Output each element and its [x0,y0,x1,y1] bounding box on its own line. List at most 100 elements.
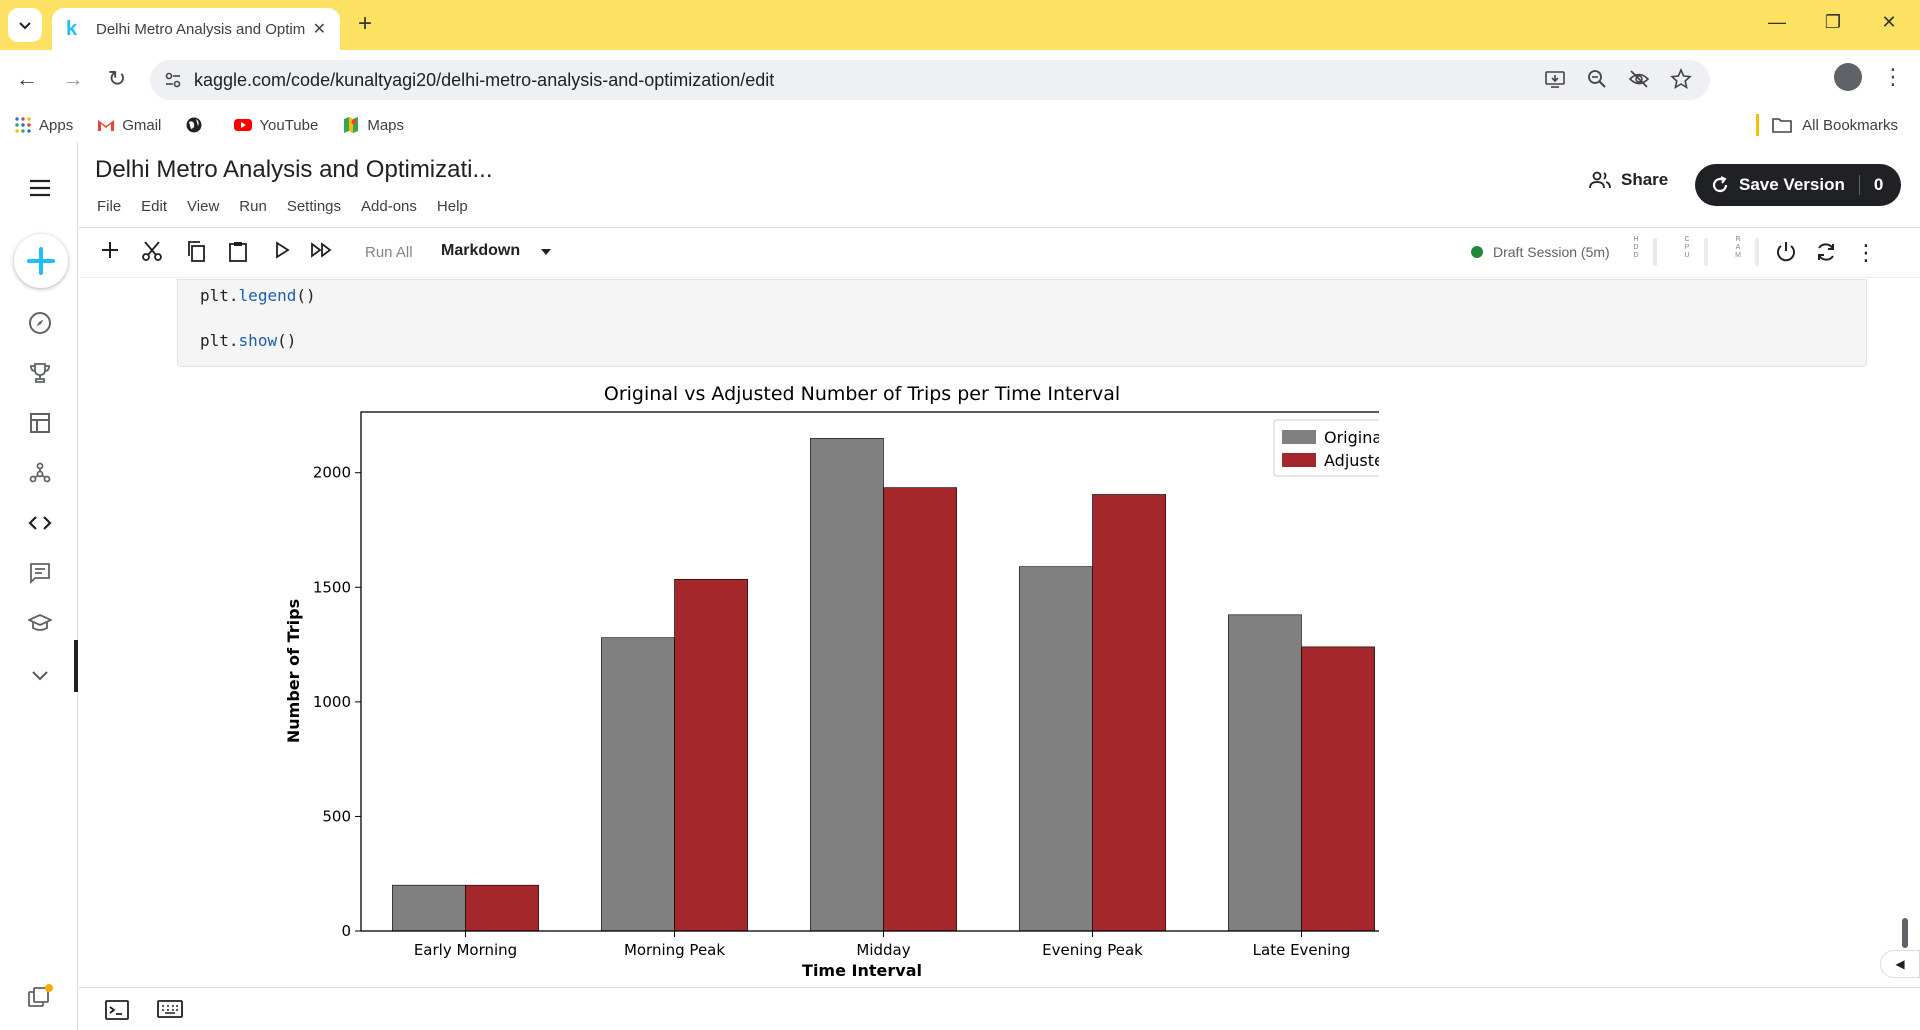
code-line: plt.show() [200,331,297,350]
compass-icon[interactable] [26,311,54,339]
collapse-sidebar-button[interactable]: ◀ [1880,950,1920,978]
bar-adjusted [465,884,539,932]
scissors-icon[interactable] [139,240,165,266]
minimize-icon[interactable]: — [1762,12,1792,33]
menu-add-ons[interactable]: Add-ons [361,198,417,215]
back-icon[interactable]: ← [12,64,42,94]
code-cell[interactable]: plt.legend() plt.show() [177,279,1867,367]
session-status[interactable]: Draft Session (5m) [1471,244,1610,260]
reload-icon[interactable]: ↻ [102,64,132,94]
menu-settings[interactable]: Settings [287,198,341,215]
discussion-icon[interactable] [26,561,54,589]
add-cell-icon[interactable] [97,240,123,266]
paste-clipboard-icon[interactable] [225,240,251,266]
bar-adjusted [1301,646,1375,932]
learn-cap-icon[interactable] [26,611,54,639]
tab-title: Delhi Metro Analysis and Optim [96,20,305,38]
all-bookmarks-button[interactable]: All Bookmarks [1772,116,1898,134]
datasets-table-icon[interactable] [26,411,54,439]
save-version-button[interactable]: Save Version 0 [1695,164,1902,206]
legend-label: Adjusted [1324,451,1379,470]
code-line: plt.legend() [200,286,316,305]
notifications-stack-icon[interactable] [26,984,54,1012]
notebook-title[interactable]: Delhi Metro Analysis and Optimizati... [95,156,493,184]
y-tick-label: 0 [341,922,351,940]
more-options-icon[interactable]: ⋮ [1853,240,1879,266]
zoom-icon[interactable] [1586,68,1610,92]
forward-icon[interactable]: → [58,64,88,94]
bookmark-apps[interactable]: Apps [14,116,73,134]
close-window-icon[interactable]: ✕ [1874,12,1904,33]
keyboard-shortcuts-icon[interactable] [157,1000,183,1023]
cpu-meter-label: CPU [1684,236,1690,259]
bookmarks-bar: Apps Gmail YouTube Maps All Bookmarks [0,108,1920,142]
address-bar[interactable]: kaggle.com/code/kunaltyagi20/delhi-metro… [150,60,1710,100]
share-button[interactable]: Share [1589,170,1668,190]
power-icon[interactable] [1773,240,1799,266]
bar-original [1228,614,1302,932]
gmail-icon [98,120,115,131]
close-tab-icon[interactable]: ✕ [313,19,326,39]
create-button[interactable] [14,234,68,288]
x-axis-label: Time Interval [802,961,922,980]
browser-tab[interactable]: k Delhi Metro Analysis and Optim ✕ [52,8,340,50]
browser-toolbar: ← → ↻ kaggle.com/code/kunaltyagi20/delhi… [0,50,1920,108]
code-icon[interactable] [26,511,54,539]
url-text: kaggle.com/code/kunaltyagi20/delhi-metro… [194,69,775,90]
eye-off-icon[interactable] [1628,68,1652,92]
x-tick-label: Midday [856,941,910,959]
caret-down-icon [540,249,551,255]
bar-original [810,438,884,932]
kaggle-favicon-icon: k [66,18,78,40]
bookmarks-divider [1756,114,1759,136]
restore-icon[interactable]: ❐ [1818,12,1848,33]
notebook-toolbar: Run All Markdown Draft Session (5m) HDD … [79,228,1920,278]
cpu-meter [1704,238,1708,266]
notebook-bottom-bar [79,987,1920,1030]
run-all-button[interactable]: Run All [365,244,413,261]
left-nav-rail [0,142,78,1030]
y-tick-label: 1500 [313,578,351,596]
menu-run[interactable]: Run [239,198,267,215]
new-tab-button[interactable]: + [352,12,378,38]
plus-icon [27,247,55,275]
console-icon[interactable] [105,1000,129,1025]
notebook-menu-bar: File Edit View Run Settings Add-ons Help [97,198,468,215]
hamburger-menu-icon[interactable] [26,176,54,204]
more-chevron-down-icon[interactable] [26,661,54,689]
globe-icon [186,117,202,133]
restart-icon[interactable] [1813,240,1839,266]
bookmark-globe[interactable] [185,116,210,134]
active-nav-indicator [74,640,78,692]
y-tick-label: 2000 [313,464,351,482]
menu-help[interactable]: Help [437,198,468,215]
menu-file[interactable]: File [97,198,121,215]
bar-original [392,884,466,932]
site-settings-icon[interactable] [164,71,182,89]
bookmark-maps[interactable]: Maps [342,116,404,134]
hdd-meter-label: HDD [1633,236,1639,259]
bookmark-label: Apps [39,116,74,134]
profile-avatar[interactable] [1834,63,1862,91]
browser-menu-icon[interactable]: ⋮ [1882,64,1904,90]
menu-edit[interactable]: Edit [141,198,167,215]
run-all-icon[interactable] [309,240,335,266]
tab-search-button[interactable] [8,8,42,42]
bookmark-label: Gmail [122,116,162,134]
youtube-icon [234,119,253,131]
trophy-icon[interactable] [26,361,54,389]
bookmark-star-icon[interactable] [1670,67,1694,92]
y-axis-label: Number of Trips [284,599,303,743]
copy-icon[interactable] [183,240,209,266]
run-cell-icon[interactable] [269,240,295,266]
x-tick-label: Morning Peak [624,941,725,959]
vertical-scrollbar[interactable] [1902,918,1908,948]
cell-type-dropdown[interactable]: Markdown [441,242,551,260]
menu-view[interactable]: View [187,198,219,215]
install-app-icon[interactable] [1544,68,1568,92]
models-network-icon[interactable] [26,461,54,489]
bookmark-label: Maps [367,116,405,134]
bookmark-youtube[interactable]: YouTube [234,116,318,134]
notebook-header: Delhi Metro Analysis and Optimizati... F… [79,142,1920,228]
bookmark-gmail[interactable]: Gmail [97,116,161,134]
